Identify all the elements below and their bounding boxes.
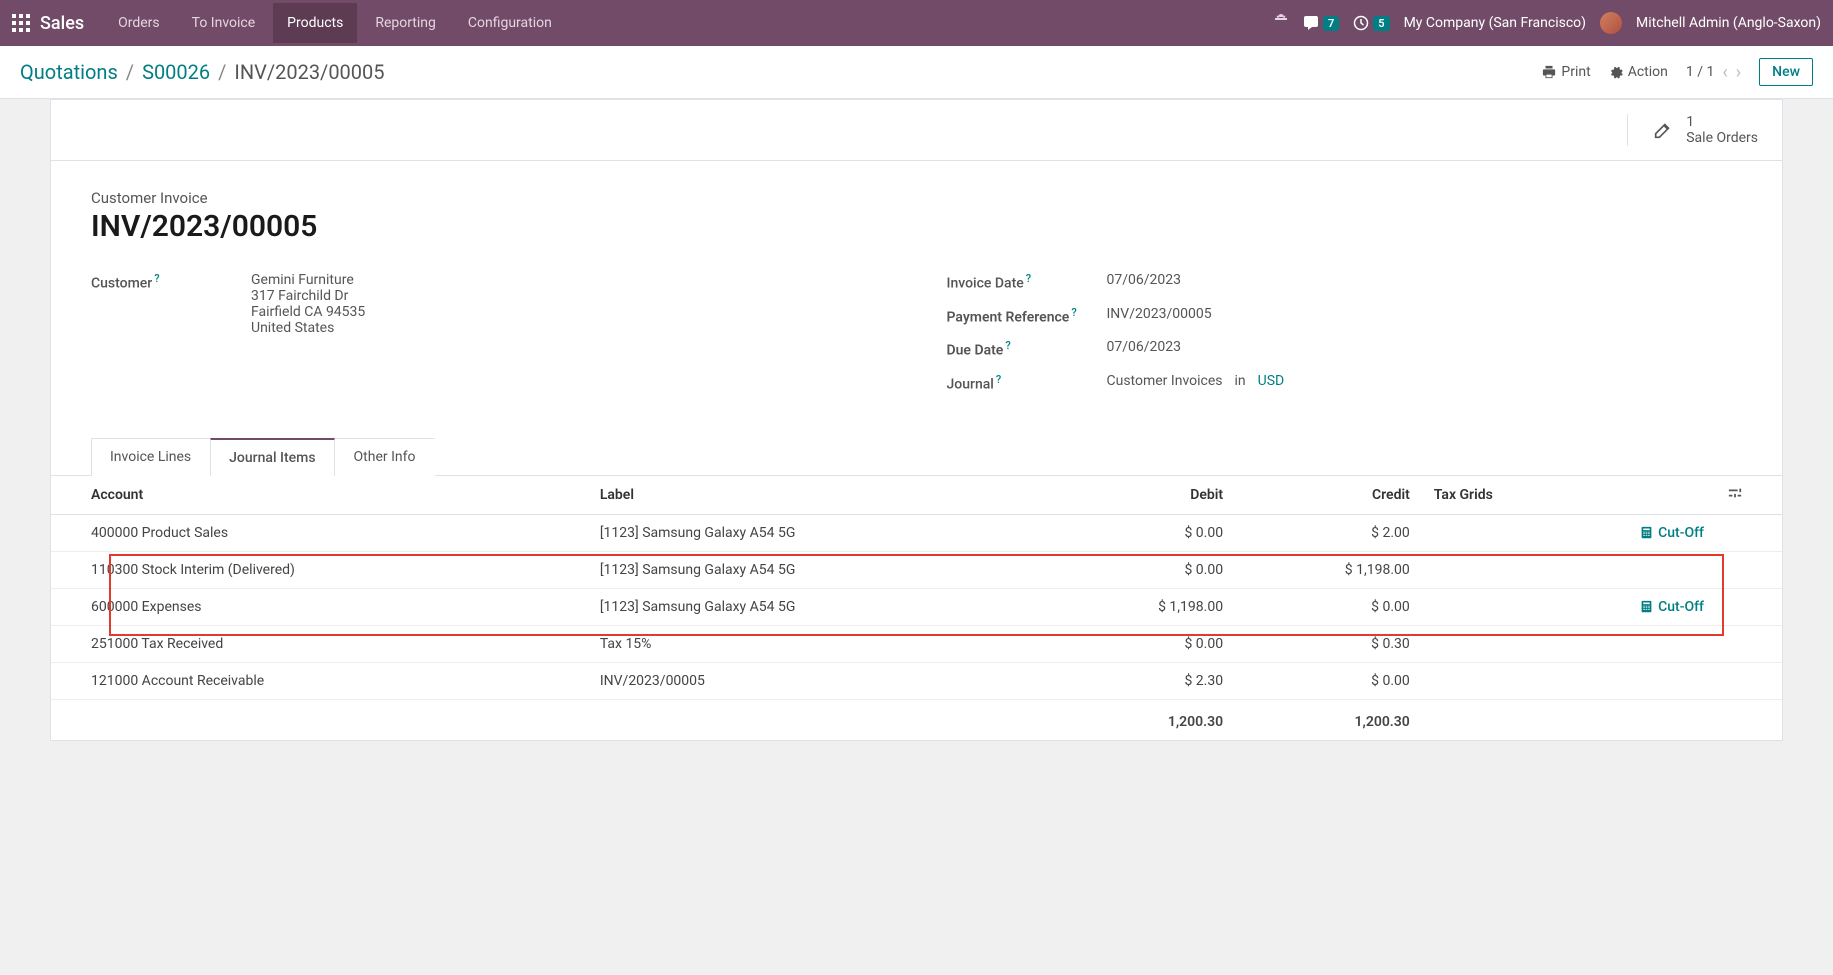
cutoff-button[interactable]: Cut-Off [1640, 525, 1704, 541]
cell-tax [1422, 588, 1596, 625]
cell-label: Tax 15% [588, 625, 1049, 662]
pager-prev[interactable]: ‹ [1722, 62, 1727, 83]
col-account[interactable]: Account [51, 476, 588, 515]
payment-ref-value[interactable]: INV/2023/00005 [1107, 306, 1212, 322]
avatar[interactable] [1600, 12, 1622, 34]
tab-invoice-lines[interactable]: Invoice Lines [91, 438, 210, 476]
total-debit: 1,200.30 [1048, 699, 1235, 740]
breadcrumb-current: INV/2023/00005 [234, 60, 384, 84]
topbar-right: 7 5 My Company (San Francisco) Mitchell … [1273, 12, 1821, 34]
cell-tax [1422, 625, 1596, 662]
user-menu[interactable]: Mitchell Admin (Anglo-Saxon) [1636, 15, 1821, 31]
stat-label: Sale Orders [1686, 130, 1758, 146]
customer-label: Customer? [91, 272, 251, 292]
cell-debit: $ 0.00 [1048, 551, 1235, 588]
cell-credit: $ 0.00 [1235, 588, 1422, 625]
cell-credit: $ 0.00 [1235, 662, 1422, 699]
cell-account: 400000 Product Sales [51, 514, 588, 551]
journal-label: Journal? [947, 373, 1107, 393]
pager: 1 / 1 ‹ › [1686, 62, 1741, 83]
table-row[interactable]: 251000 Tax ReceivedTax 15%$ 0.00$ 0.30 [51, 625, 1782, 662]
stat-count: 1 [1686, 114, 1758, 130]
pager-next[interactable]: › [1736, 62, 1741, 83]
action-button[interactable]: Action [1609, 64, 1668, 80]
address-line1: 317 Fairchild Dr [251, 288, 365, 304]
company-selector[interactable]: My Company (San Francisco) [1404, 15, 1586, 31]
nav-to-invoice[interactable]: To Invoice [178, 3, 270, 43]
currency-value[interactable]: USD [1258, 373, 1285, 389]
tabs: Invoice Lines Journal Items Other Info [51, 437, 1782, 476]
gear-icon [1609, 65, 1623, 79]
controlbar-right: Print Action 1 / 1 ‹ › New [1542, 58, 1813, 86]
nav-products[interactable]: Products [273, 3, 357, 43]
bug-icon[interactable] [1273, 13, 1289, 33]
cutoff-button[interactable]: Cut-Off [1640, 599, 1704, 615]
print-button[interactable]: Print [1542, 64, 1590, 80]
cell-tax [1422, 662, 1596, 699]
journal-items-table: Account Label Debit Credit Tax Grids 400… [51, 476, 1782, 740]
cell-label: INV/2023/00005 [588, 662, 1049, 699]
invoice-date-value[interactable]: 07/06/2023 [1107, 272, 1182, 288]
cell-debit: $ 2.30 [1048, 662, 1235, 699]
messages-badge: 7 [1323, 16, 1339, 31]
table-row[interactable]: 600000 Expenses[1123] Samsung Galaxy A54… [51, 588, 1782, 625]
cell-tax [1422, 551, 1596, 588]
total-credit: 1,200.30 [1235, 699, 1422, 740]
breadcrumb: Quotations / S00026 / INV/2023/00005 [20, 60, 385, 84]
topbar: Sales Orders To Invoice Products Reporti… [0, 0, 1833, 46]
cell-credit: $ 0.30 [1235, 625, 1422, 662]
col-tax-grids[interactable]: Tax Grids [1422, 476, 1596, 515]
options-icon[interactable] [1728, 488, 1742, 504]
activities-button[interactable]: 5 [1353, 15, 1389, 31]
cell-label: [1123] Samsung Galaxy A54 5G [588, 514, 1049, 551]
cell-account: 110300 Stock Interim (Delivered) [51, 551, 588, 588]
nav-configuration[interactable]: Configuration [454, 3, 566, 43]
table-row[interactable]: 400000 Product Sales[1123] Samsung Galax… [51, 514, 1782, 551]
form-sheet: 1 Sale Orders Customer Invoice INV/2023/… [50, 99, 1783, 741]
breadcrumb-order[interactable]: S00026 [142, 60, 210, 84]
table-row[interactable]: 110300 Stock Interim (Delivered)[1123] S… [51, 551, 1782, 588]
cell-credit: $ 2.00 [1235, 514, 1422, 551]
new-button[interactable]: New [1759, 58, 1813, 86]
col-debit[interactable]: Debit [1048, 476, 1235, 515]
activities-badge: 5 [1373, 16, 1389, 31]
controlbar: Quotations / S00026 / INV/2023/00005 Pri… [0, 46, 1833, 99]
cell-debit: $ 0.00 [1048, 625, 1235, 662]
brand-title[interactable]: Sales [40, 13, 84, 34]
cell-debit: $ 0.00 [1048, 514, 1235, 551]
invoice-date-label: Invoice Date? [947, 272, 1107, 292]
apps-icon[interactable] [12, 14, 30, 32]
cell-label: [1123] Samsung Galaxy A54 5G [588, 551, 1049, 588]
cell-account: 121000 Account Receivable [51, 662, 588, 699]
journal-value[interactable]: Customer Invoices [1107, 373, 1223, 389]
col-label[interactable]: Label [588, 476, 1049, 515]
address-country: United States [251, 320, 365, 336]
tab-journal-items[interactable]: Journal Items [210, 438, 334, 476]
messages-button[interactable]: 7 [1303, 15, 1339, 31]
nav-reporting[interactable]: Reporting [361, 3, 450, 43]
customer-link[interactable]: Gemini Furniture [251, 272, 354, 288]
pager-text: 1 / 1 [1686, 64, 1714, 80]
print-icon [1542, 65, 1556, 79]
cell-tax [1422, 514, 1596, 551]
cell-debit: $ 1,198.00 [1048, 588, 1235, 625]
table-row[interactable]: 121000 Account ReceivableINV/2023/00005$… [51, 662, 1782, 699]
col-credit[interactable]: Credit [1235, 476, 1422, 515]
edit-icon [1652, 119, 1674, 141]
breadcrumb-quotations[interactable]: Quotations [20, 60, 118, 84]
doc-title: INV/2023/00005 [91, 209, 1742, 244]
due-date-label: Due Date? [947, 339, 1107, 359]
main-nav: Orders To Invoice Products Reporting Con… [104, 3, 566, 43]
doc-type-label: Customer Invoice [91, 189, 1742, 207]
nav-orders[interactable]: Orders [104, 3, 174, 43]
address-line2: Fairfield CA 94535 [251, 304, 365, 320]
cell-account: 251000 Tax Received [51, 625, 588, 662]
cell-credit: $ 1,198.00 [1235, 551, 1422, 588]
due-date-value[interactable]: 07/06/2023 [1107, 339, 1182, 355]
cell-label: [1123] Samsung Galaxy A54 5G [588, 588, 1049, 625]
tab-other-info[interactable]: Other Info [335, 438, 435, 476]
stat-sale-orders[interactable]: 1 Sale Orders [1627, 114, 1758, 146]
cell-account: 600000 Expenses [51, 588, 588, 625]
payment-ref-label: Payment Reference? [947, 306, 1107, 326]
